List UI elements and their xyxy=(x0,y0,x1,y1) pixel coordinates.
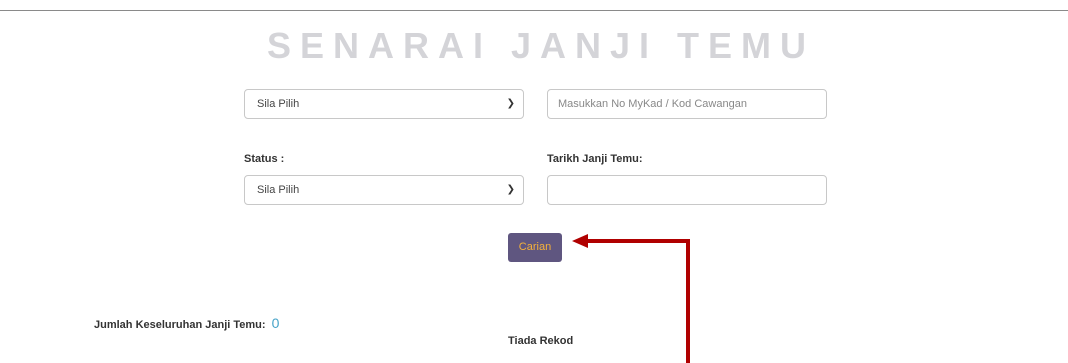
annotation-arrow-head xyxy=(572,234,588,248)
annotation-arrow-line xyxy=(586,239,690,363)
total-appointments: Jumlah Keseluruhan Janji Temu: 0 xyxy=(94,315,279,331)
annotation-arrow xyxy=(572,234,690,363)
total-appointments-label: Jumlah Keseluruhan Janji Temu: xyxy=(94,319,266,331)
empty-results-message: Tiada Rekod xyxy=(508,335,574,347)
total-appointments-count: 0 xyxy=(271,315,280,331)
